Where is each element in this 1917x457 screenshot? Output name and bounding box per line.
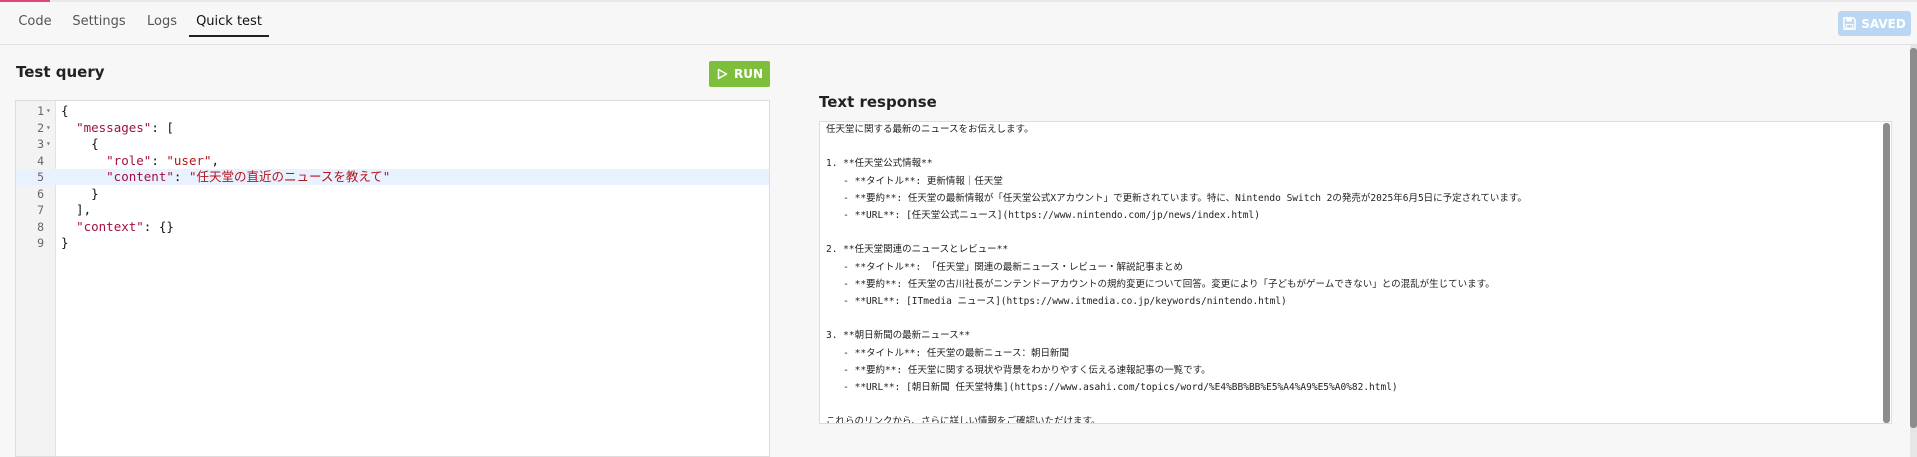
response-line: 3. **朝日新聞の最新ニュース** [826,330,971,342]
code-line[interactable]: 8 "context": {} [16,218,769,235]
response-line: 1. **任天堂公式情報** [826,158,933,170]
code-line[interactable]: 2 ▾ "messages": [ [16,119,769,136]
code-text: } [61,235,69,250]
line-number: 4 [37,153,44,168]
code-text: "content": "任天堂の直近のニュースを教えて" [106,169,391,184]
tab-logs[interactable]: Logs [141,3,183,37]
text-response-box[interactable]: 任天堂に関する最新のニュースをお伝えします。 1. **任天堂公式情報** - *… [819,121,1892,424]
code-text: "role": "user", [106,152,220,168]
response-line: - **要約**: 任天堂の最新情報が「任天堂公式Xアカウント」で更新されていま… [826,192,1527,204]
code-line[interactable]: 1 ▾ { [16,103,769,119]
code-text: { [61,136,99,151]
line-number: 5 [37,170,44,184]
code-line[interactable]: 3 ▾ { [16,136,769,152]
line-number: 1 [37,104,44,118]
fold-toggle-icon[interactable]: ▾ [46,120,51,136]
tab-code[interactable]: Code [12,3,58,37]
test-query-title: Test query [16,63,105,81]
response-line: - **タイトル**: 「任天堂」関連の最新ニュース・レビュー・解説記事まとめ [826,261,1183,273]
code-line[interactable]: 6 } [16,185,769,202]
line-number: 2 [37,120,44,135]
code-line[interactable]: 5 "content": "任天堂の直近のニュースを教えて" [16,169,769,185]
play-icon [717,68,728,80]
code-text: { [61,103,69,118]
line-number: 3 [37,137,44,151]
code-line[interactable]: 4 "role": "user", [16,152,769,169]
response-line: - **タイトル**: 任天堂の最新ニュース：朝日新聞 [826,347,1069,359]
response-line: - **要約**: 任天堂の古川社長がニンテンドーアカウントの規約変更について回… [826,278,1495,290]
response-line: - **要約**: 任天堂に関する現状や背景をわかりやすく伝える速報記事の一覧で… [826,364,1211,376]
tab-quick-test[interactable]: Quick test [189,3,269,37]
fold-toggle-icon[interactable]: ▾ [46,103,51,119]
code-text: "context": {} [76,218,174,234]
code-text: "messages": [ [76,119,174,135]
brand-accent-bar [0,0,50,2]
text-response-title: Text response [819,93,937,111]
run-button[interactable]: RUN [709,61,770,87]
code-line[interactable]: 7 ], [16,202,769,218]
page-scrollbar-thumb[interactable] [1910,48,1917,428]
tab-bar: Code Settings Logs Quick test [0,3,1917,45]
saved-button[interactable]: SAVED [1838,11,1911,36]
code-text: ], [61,202,92,217]
response-line: - **URL**: [朝日新聞 任天堂特集](https://www.asah… [826,382,1398,393]
response-line: - **URL**: [ITmedia ニュース](https://www.it… [826,296,1287,307]
code-text: } [61,185,99,201]
floppy-disk-icon [1843,17,1857,30]
response-line: - **URL**: [任天堂公式ニュース](https://www.ninte… [826,210,1260,221]
saved-label: SAVED [1861,16,1906,31]
response-line: - **タイトル**: 更新情報｜任天堂 [826,175,1003,187]
line-number: 7 [37,203,44,217]
response-line: 2. **任天堂関連のニュースとレビュー** [826,244,1009,256]
code-line[interactable]: 9} [16,235,769,251]
line-number: 8 [37,219,44,234]
tab-settings[interactable]: Settings [70,3,128,37]
query-code-editor[interactable]: 1 ▾{2 ▾ "messages": [3 ▾ {4 "role": "user",… [15,100,770,457]
response-scrollbar[interactable] [1883,123,1890,423]
top-strip [0,0,1917,2]
fold-toggle-icon[interactable]: ▾ [46,136,51,152]
run-label: RUN [733,67,764,81]
response-line: 任天堂に関する最新のニュースをお伝えします。 [826,124,1034,135]
line-number: 6 [37,186,44,201]
line-number: 9 [37,236,44,250]
response-line: これらのリンクから、さらに詳しい情報をご確認いただけます。 [826,416,1101,424]
